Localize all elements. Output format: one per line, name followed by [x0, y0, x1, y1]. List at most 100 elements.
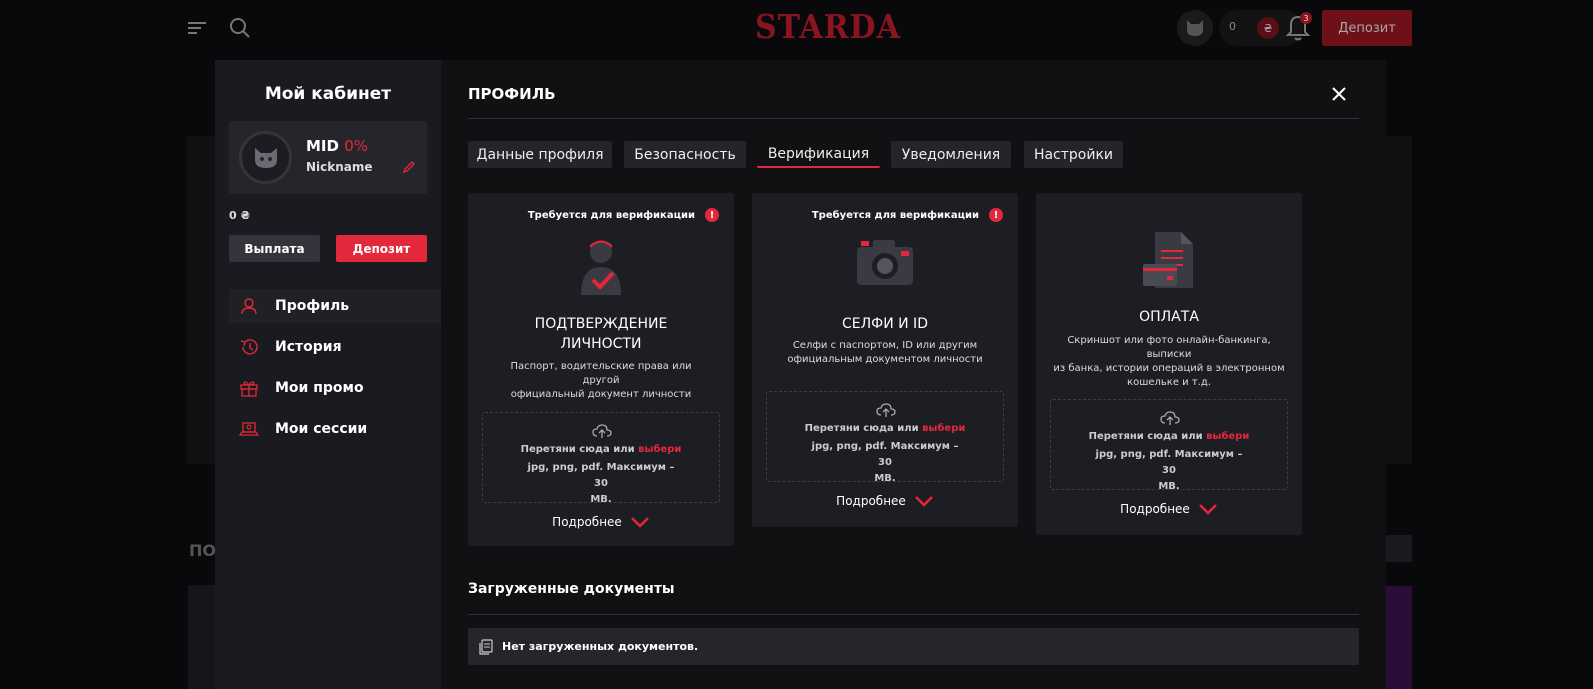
card-desc-line: Паспорт, водительские права или другой	[510, 361, 692, 386]
cloud-upload-icon	[592, 424, 612, 438]
select-file-link[interactable]: выбери	[638, 444, 681, 455]
card-title-line: ОПЛАТА	[1139, 309, 1199, 325]
mid-level: MID 0%	[306, 137, 368, 155]
required-note: Требуется для верификации!	[752, 208, 1018, 222]
user-card: MID 0% Nickname	[229, 121, 427, 194]
file-dropzone[interactable]: Перетяни сюда или выбери jpg, png, pdf. …	[482, 412, 720, 505]
more-button[interactable]: Подробнее	[468, 515, 734, 529]
card-desc-line: официальный документ личности	[510, 389, 692, 400]
card-desc-line: из банка, истории операций в электронном	[1053, 363, 1285, 374]
site-logo[interactable]: STARDA	[755, 8, 901, 47]
drop-formats-line: MB.	[590, 494, 612, 505]
card-desc-line: кошельке и т.д.	[1127, 377, 1211, 388]
verification-card-payment: ОПЛАТА Скриншот или фото онлайн-банкинга…	[1036, 193, 1302, 535]
nickname: Nickname	[306, 160, 373, 174]
mid-label: MID	[306, 137, 339, 155]
background-game-tile	[188, 585, 215, 689]
card-description: Паспорт, водительские права или другой оф…	[493, 360, 709, 402]
more-label: Подробнее	[836, 494, 906, 508]
card-title-line: ПОДТВЕРЖДЕНИЕ	[534, 316, 668, 332]
drop-text: Перетяни сюда или выбери	[1051, 431, 1287, 442]
file-dropzone[interactable]: Перетяни сюда или выбери jpg, png, pdf. …	[1050, 399, 1288, 492]
history-icon	[239, 337, 259, 357]
card-description: Селфи с паспортом, ID или другим официаль…	[777, 339, 993, 367]
cloud-upload-icon	[876, 403, 896, 417]
header-deposit-button[interactable]: Депозит	[1322, 10, 1412, 46]
card-title: ПОДТВЕРЖДЕНИЕ ЛИЧНОСТИ	[468, 314, 734, 354]
drop-text-main: Перетяни сюда или	[804, 423, 919, 434]
mid-percent: 0%	[344, 137, 368, 155]
more-label: Подробнее	[552, 515, 622, 529]
top-header: STARDA 0 ₴ 3 Депозит	[0, 0, 1593, 56]
withdraw-button[interactable]: Выплата	[229, 235, 320, 262]
sidebar-item-profile[interactable]: Профиль	[229, 289, 441, 323]
warning-icon: !	[989, 208, 1003, 222]
card-desc-line: официальным документом личности	[787, 354, 983, 365]
background-game-tile-right	[1386, 586, 1412, 689]
required-note-text: Требуется для верификации	[527, 209, 695, 221]
tab-notifications[interactable]: Уведомления	[891, 141, 1011, 168]
chevron-down-icon	[630, 517, 649, 528]
sidebar-item-label: История	[275, 339, 342, 355]
camera-icon	[855, 235, 915, 297]
verification-card-identity: Требуется для верификации! ПОДТВЕРЖДЕНИЕ…	[468, 193, 734, 546]
more-button[interactable]: Подробнее	[1036, 502, 1302, 516]
sidebar-item-sessions[interactable]: Мои сессии	[229, 412, 441, 446]
search-icon[interactable]	[229, 17, 251, 39]
background-next-arrow[interactable]	[1386, 535, 1412, 562]
background-banner	[186, 136, 216, 464]
sidebar-item-promo[interactable]: Мои промо	[229, 371, 441, 405]
cabinet-sidebar: Мой кабинет MID 0% Nickname 0 ₴ Выплата …	[215, 60, 441, 689]
card-title: СЕЛФИ И ID	[752, 314, 1018, 334]
file-dropzone[interactable]: Перетяни сюда или выбери jpg, png, pdf. …	[766, 391, 1004, 484]
chevron-down-icon	[914, 496, 933, 507]
drop-text: Перетяни сюда или выбери	[483, 444, 719, 455]
card-desc-line: Скриншот или фото онлайн-банкинга, выпис…	[1067, 335, 1271, 360]
gift-icon	[239, 378, 259, 398]
select-file-link[interactable]: выбери	[922, 423, 965, 434]
drop-formats: jpg, png, pdf. Максимум – 30 MB.	[523, 460, 679, 508]
sidebar-item-label: Профиль	[275, 298, 350, 314]
required-note-text: Требуется для верификации	[811, 209, 979, 221]
tab-settings[interactable]: Настройки	[1024, 141, 1123, 168]
drop-formats-line: jpg, png, pdf. Максимум – 30	[527, 462, 675, 489]
background-banner-right	[1386, 136, 1412, 464]
document-card-icon	[1139, 230, 1199, 292]
chevron-down-icon	[1198, 504, 1217, 515]
laptop-icon	[238, 419, 260, 439]
page-title: ПРОФИЛЬ	[468, 85, 556, 103]
drop-formats-line: jpg, png, pdf. Максимум – 30	[1095, 449, 1243, 476]
menu-icon[interactable]	[188, 20, 208, 36]
notification-badge: 3	[1300, 12, 1312, 24]
tab-security[interactable]: Безопасность	[624, 141, 746, 168]
drop-formats-line: MB.	[1158, 481, 1180, 492]
card-title-line: СЕЛФИ И ID	[842, 316, 928, 332]
warning-icon: !	[705, 208, 719, 222]
tab-verification[interactable]: Верификация	[757, 141, 880, 168]
tab-profile-data[interactable]: Данные профиля	[468, 141, 612, 168]
header-avatar[interactable]	[1177, 10, 1213, 46]
select-file-link[interactable]: выбери	[1206, 431, 1249, 442]
more-label: Подробнее	[1120, 502, 1190, 516]
sidebar-item-history[interactable]: История	[229, 330, 441, 364]
bell-icon[interactable]: 3	[1283, 12, 1313, 44]
drop-formats: jpg, png, pdf. Максимум – 30 MB.	[1091, 447, 1247, 495]
edit-pencil-icon[interactable]	[402, 159, 416, 174]
avatar[interactable]	[239, 131, 292, 184]
sidebar-balance: 0 ₴	[229, 209, 250, 222]
person-check-icon	[571, 235, 631, 297]
uploaded-documents-title: Загруженные документы	[468, 581, 675, 597]
drop-text-main: Перетяни сюда или	[1088, 431, 1203, 442]
background-section-title: ПО	[189, 541, 216, 560]
sidebar-item-label: Мои сессии	[275, 421, 368, 437]
title-divider	[468, 118, 1359, 119]
profile-panel: ПРОФИЛЬ Данные профиля Безопасность Вери…	[441, 60, 1386, 689]
required-note: Требуется для верификации!	[468, 208, 734, 222]
deposit-button[interactable]: Депозит	[336, 235, 427, 262]
more-button[interactable]: Подробнее	[752, 494, 1018, 508]
uploaded-divider	[468, 614, 1359, 615]
drop-formats-line: jpg, png, pdf. Максимум – 30	[811, 441, 959, 468]
close-icon[interactable]	[1330, 85, 1348, 103]
drop-text-main: Перетяни сюда или	[520, 444, 635, 455]
drop-formats-line: MB.	[874, 473, 896, 484]
